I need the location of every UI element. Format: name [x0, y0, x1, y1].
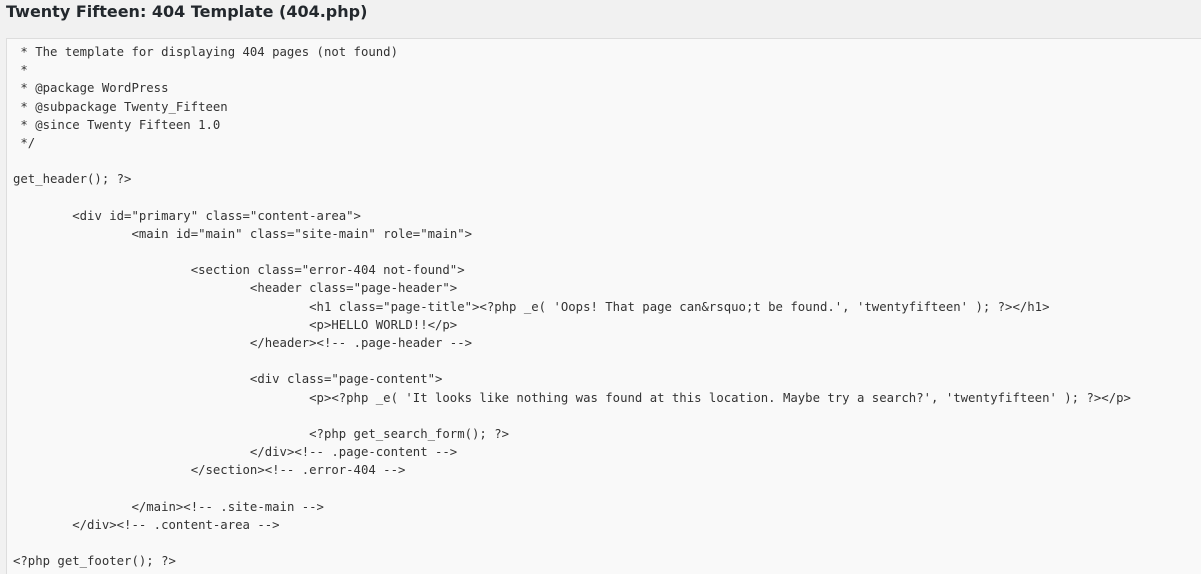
code-line: * @since Twenty Fifteen 1.0	[13, 117, 221, 132]
code-line: <?php get_search_form(); ?>	[13, 426, 510, 441]
code-line: </header><!-- .page-header -->	[13, 336, 473, 350]
code-line: <?php get_footer(); ?>	[13, 554, 176, 569]
code-line: * @subpackage Twenty_Fifteen	[13, 99, 228, 114]
code-line: * @package WordPress	[13, 81, 169, 96]
code-line: <p><?php _e( 'It looks like nothing was …	[13, 390, 1131, 405]
code-editor-textarea[interactable]: * The template for displaying 404 pages …	[6, 38, 1201, 574]
code-line: get_header(); ?>	[13, 172, 132, 187]
code-line: </div><!-- .page-content -->	[13, 445, 458, 460]
code-line: <h1 class="page-title"><?php _e( 'Oops! …	[13, 299, 1050, 314]
code-line: <div id="primary" class="content-area">	[13, 208, 361, 223]
code-line: <main id="main" class="site-main" role="…	[13, 226, 473, 241]
code-line: </section><!-- .error-404 -->	[13, 463, 406, 478]
code-line: <div class="page-content">	[13, 372, 443, 387]
theme-editor-page: Twenty Fifteen: 404 Template (404.php) *…	[0, 0, 1201, 574]
file-title: Twenty Fifteen: 404 Template (404.php)	[6, 2, 368, 21]
code-line: </main><!-- .site-main -->	[13, 499, 324, 514]
code-line: <header class="page-header">	[13, 281, 458, 296]
code-line: * The template for displaying 404 pages …	[13, 45, 398, 59]
code-line: *	[13, 63, 28, 78]
code-content[interactable]: * The template for displaying 404 pages …	[13, 43, 1131, 570]
code-line: </div><!-- .content-area -->	[13, 517, 280, 532]
code-line: <p>HELLO WORLD!!</p>	[13, 317, 458, 332]
code-line: */	[13, 135, 36, 150]
code-line: <section class="error-404 not-found">	[13, 263, 465, 278]
